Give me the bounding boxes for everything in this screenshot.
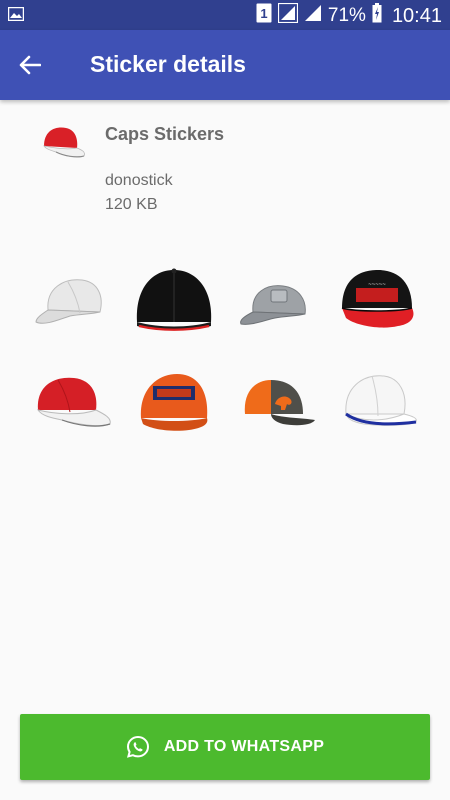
whatsapp-icon xyxy=(126,735,149,758)
app-bar: Sticker details xyxy=(0,30,450,100)
orange-crush-cap-sticker[interactable] xyxy=(124,350,226,450)
white-blue-cap-sticker[interactable] xyxy=(327,350,429,450)
signal-icon xyxy=(304,4,322,28)
signal-boxed-icon xyxy=(277,2,299,29)
add-to-whatsapp-button[interactable]: ADD TO WHATSAPP xyxy=(20,714,430,780)
red-cap-icon xyxy=(34,122,90,162)
orange-grey-cap-sticker[interactable] xyxy=(225,350,327,450)
red-white-cap-sticker[interactable] xyxy=(22,350,124,450)
svg-text:~~~~~: ~~~~~ xyxy=(368,282,386,288)
white-cap-sticker[interactable] xyxy=(22,250,124,350)
arrow-back-icon xyxy=(19,55,41,75)
pack-name: Caps Stickers xyxy=(105,124,225,144)
battery-percent: 71% xyxy=(327,5,366,26)
add-to-whatsapp-label: ADD TO WHATSAPP xyxy=(163,738,325,755)
back-button[interactable] xyxy=(12,47,48,83)
pack-size: 120 KB xyxy=(105,196,158,213)
black-cap-sticker[interactable] xyxy=(124,250,226,350)
svg-text:1: 1 xyxy=(260,6,267,21)
clock: 10:41 xyxy=(391,4,442,27)
status-bar: 1 71% 10:41 xyxy=(0,0,450,30)
image-icon xyxy=(7,6,25,26)
grey-cap-sticker[interactable] xyxy=(225,250,327,350)
pack-publisher: donostick xyxy=(105,172,173,189)
battery-icon xyxy=(372,3,382,29)
page-title: Sticker details xyxy=(90,51,246,77)
sim-icon: 1 xyxy=(256,3,272,29)
sticker-grid: ~~~~~ xyxy=(22,250,428,450)
black-red-snapback-sticker[interactable]: ~~~~~ xyxy=(327,250,429,350)
